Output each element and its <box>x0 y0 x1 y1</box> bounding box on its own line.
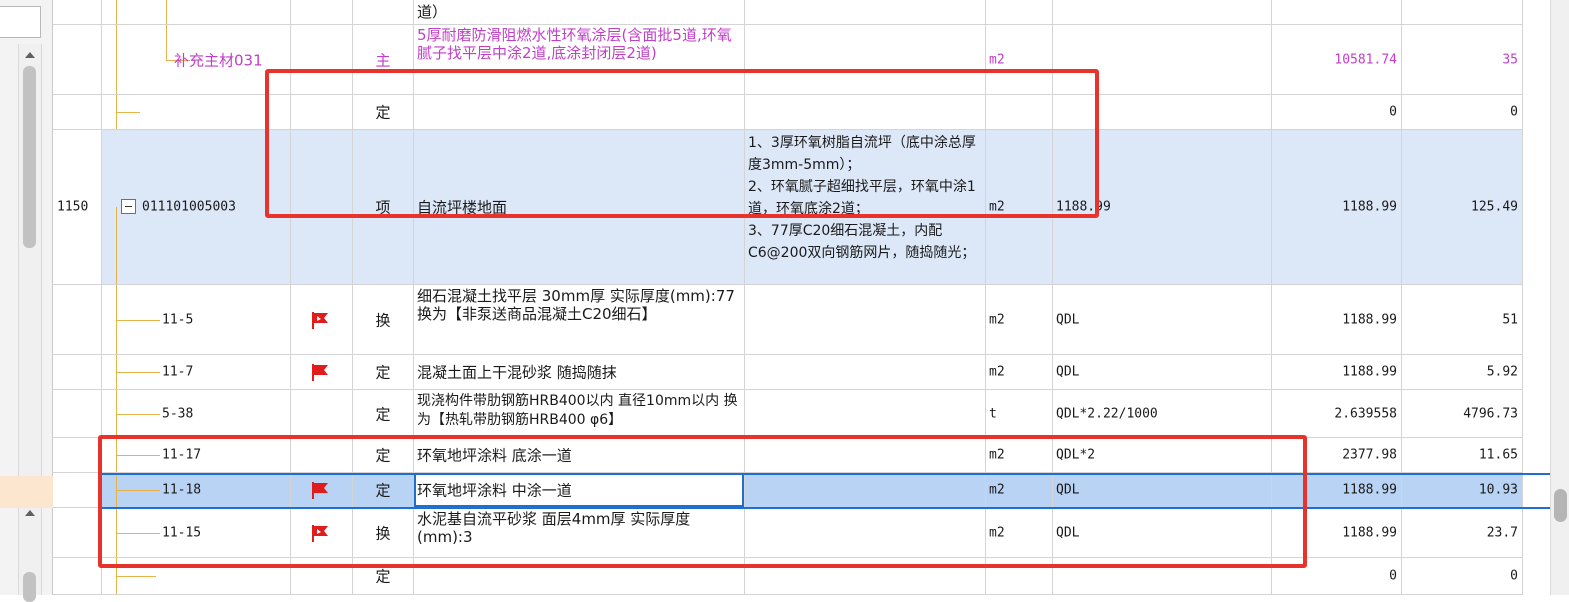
unit-cell[interactable]: t <box>986 390 1053 438</box>
price-cell[interactable]: 10.93 <box>1402 473 1523 508</box>
table-row[interactable]: 1150 011101005003 项 自流坪楼地面 1、3厚环氧树脂自流坪（底… <box>53 130 1523 285</box>
right-vertical-scrollbar[interactable] <box>1550 0 1569 595</box>
type-cell[interactable]: 定 <box>353 558 414 595</box>
expression-cell[interactable]: QDL <box>1053 508 1272 558</box>
type-cell[interactable]: 换 <box>353 285 414 355</box>
price-cell[interactable]: 23.7 <box>1402 508 1523 558</box>
name-edit-cell[interactable]: 环氧地坪涂料 中涂一道 <box>414 473 745 508</box>
table-row[interactable]: 道） <box>53 0 1523 25</box>
quantity-cell[interactable]: 0 <box>1272 95 1402 130</box>
red-flag-icon[interactable] <box>309 310 331 330</box>
type-cell[interactable]: 定 <box>353 473 414 508</box>
quantity-cell[interactable]: 1188.99 <box>1272 473 1402 508</box>
seq-cell: 1150 <box>53 130 102 285</box>
left-scroll-thumb[interactable] <box>23 66 36 248</box>
unit-cell[interactable]: m2 <box>986 508 1053 558</box>
type-cell[interactable]: 项 <box>353 130 414 285</box>
minus-toggle-icon[interactable] <box>121 199 136 214</box>
code-cell[interactable]: 5-38 <box>102 390 291 438</box>
red-flag-icon[interactable] <box>309 362 331 382</box>
type-cell[interactable]: 定 <box>353 355 414 390</box>
feature-cell[interactable]: 1、3厚环氧树脂自流坪（底中涂总厚度3mm-5mm）； 2、环氧腻子超细找平层，… <box>745 130 986 285</box>
budget-grid: 道） 补充主材031 主 5厚耐磨防滑阻燃水性环氧涂层(含面批5道,环氧腻子找平… <box>53 0 1550 595</box>
unit-cell[interactable]: m2 <box>986 285 1053 355</box>
code-cell[interactable]: 11-15 <box>102 508 291 558</box>
unit-cell[interactable]: m2 <box>986 25 1053 95</box>
red-flag-icon[interactable] <box>309 480 331 500</box>
table-row-selected[interactable]: 11-18 定 环氧地坪涂料 中涂一道 m2 QDL 1188.99 10.93 <box>53 473 1523 508</box>
left-vertical-scrollbar[interactable] <box>18 44 42 494</box>
price-cell[interactable]: 35 <box>1402 25 1523 95</box>
table-row[interactable]: 11-7 定 混凝土面上干混砂浆 随捣随抹 m2 QDL 1188.99 5.9… <box>53 355 1523 390</box>
quantity-cell[interactable]: 0 <box>1272 558 1402 595</box>
table-row[interactable]: 补充主材031 主 5厚耐磨防滑阻燃水性环氧涂层(含面批5道,环氧腻子找平层中涂… <box>53 25 1523 95</box>
price-cell[interactable]: 125.49 <box>1402 130 1523 285</box>
expression-cell[interactable]: QDL*2 <box>1053 438 1272 473</box>
name-cell[interactable]: 细石混凝土找平层 30mm厚 实际厚度(mm):77 换为【非泵送商品混凝土C2… <box>414 285 745 355</box>
price-cell[interactable]: 4796.73 <box>1402 390 1523 438</box>
name-cell[interactable]: 5厚耐磨防滑阻燃水性环氧涂层(含面批5道,环氧腻子找平层中涂2道,底涂封闭层2道… <box>414 25 745 95</box>
table-row[interactable]: 11-17 定 环氧地坪涂料 底涂一道 m2 QDL*2 2377.98 11.… <box>53 438 1523 473</box>
code-cell[interactable]: 11-7 <box>102 355 291 390</box>
price-cell[interactable]: 0 <box>1402 95 1523 130</box>
scroll-up-arrow-icon[interactable] <box>25 510 35 516</box>
red-flag-icon[interactable] <box>309 523 331 543</box>
unit-cell[interactable]: m2 <box>986 438 1053 473</box>
quantity-cell[interactable]: 1188.99 <box>1272 285 1402 355</box>
name-cell[interactable]: 混凝土面上干混砂浆 随捣随抹 <box>414 355 745 390</box>
code-cell[interactable]: 补充主材031 <box>102 25 291 95</box>
expression-cell[interactable]: QDL <box>1053 473 1272 508</box>
type-cell[interactable]: 主 <box>353 25 414 95</box>
right-scroll-thumb[interactable] <box>1554 489 1567 522</box>
price-cell[interactable]: 5.92 <box>1402 355 1523 390</box>
quantity-cell[interactable]: 1188.99 <box>1272 130 1402 285</box>
price-cell[interactable]: 0 <box>1402 558 1523 595</box>
unit-cell[interactable]: m2 <box>986 130 1053 285</box>
table-row[interactable]: 11-5 换 细石混凝土找平层 30mm厚 实际厚度(mm):77 换为【非泵送… <box>53 285 1523 355</box>
code-cell[interactable]: 011101005003 <box>102 130 291 285</box>
left-filter-input[interactable] <box>0 6 41 38</box>
quantity-cell[interactable]: 10581.74 <box>1272 25 1402 95</box>
left-lower-scroll-thumb[interactable] <box>23 572 36 602</box>
table-row[interactable]: 定 0 0 <box>53 95 1523 130</box>
name-cell[interactable]: 环氧地坪涂料 底涂一道 <box>414 438 745 473</box>
expression-cell[interactable]: QDL <box>1053 285 1272 355</box>
expression-cell[interactable]: QDL*2.22/1000 <box>1053 390 1272 438</box>
name-cell[interactable]: 现浇构件带肋钢筋HRB400以内 直径10mm以内 换为【热轧带肋钢筋HRB40… <box>414 390 745 438</box>
type-cell[interactable]: 定 <box>353 95 414 130</box>
name-cell[interactable]: 自流坪楼地面 <box>414 130 745 285</box>
price-cell[interactable]: 51 <box>1402 285 1523 355</box>
quantity-cell[interactable]: 2377.98 <box>1272 438 1402 473</box>
quantity-cell[interactable]: 1188.99 <box>1272 508 1402 558</box>
type-cell[interactable]: 定 <box>353 390 414 438</box>
quantity-cell[interactable]: 1188.99 <box>1272 355 1402 390</box>
table-row[interactable]: 定 0 0 <box>53 558 1523 595</box>
name-cell[interactable]: 道） <box>414 0 745 25</box>
quantity-cell[interactable]: 2.639558 <box>1272 390 1402 438</box>
expression-cell[interactable]: QDL <box>1053 355 1272 390</box>
type-cell[interactable]: 定 <box>353 438 414 473</box>
price-cell[interactable]: 11.65 <box>1402 438 1523 473</box>
left-lower-scrollbar[interactable] <box>18 502 42 602</box>
current-row-marker <box>0 476 53 508</box>
code-cell[interactable]: 11-5 <box>102 285 291 355</box>
expression-cell[interactable]: 1188.99 <box>1053 130 1272 285</box>
unit-cell[interactable]: m2 <box>986 473 1053 508</box>
code-cell[interactable]: 11-18 <box>102 473 291 508</box>
code-cell[interactable]: 11-17 <box>102 438 291 473</box>
table-row[interactable]: 11-15 换 水泥基自流平砂浆 面层4mm厚 实际厚度(mm):3 m2 QD… <box>53 508 1523 558</box>
scroll-up-arrow-icon[interactable] <box>25 52 35 58</box>
name-cell[interactable]: 水泥基自流平砂浆 面层4mm厚 实际厚度(mm):3 <box>414 508 745 558</box>
table-row[interactable]: 5-38 定 现浇构件带肋钢筋HRB400以内 直径10mm以内 换为【热轧带肋… <box>53 390 1523 438</box>
type-cell[interactable]: 换 <box>353 508 414 558</box>
unit-cell[interactable]: m2 <box>986 355 1053 390</box>
